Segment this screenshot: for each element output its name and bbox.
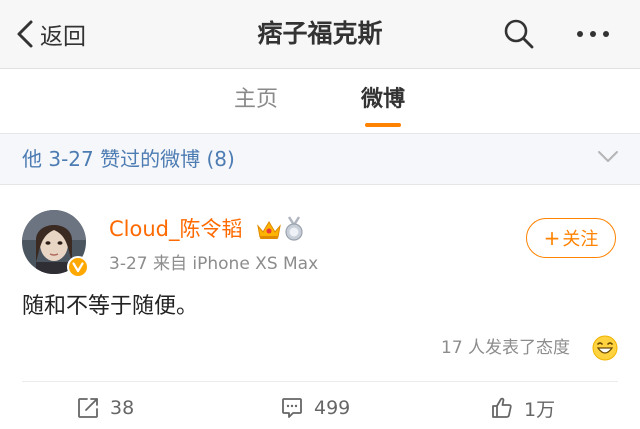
chevron-down-icon[interactable] — [597, 150, 619, 164]
verified-badge-icon — [67, 256, 89, 278]
liked-posts-label: 他 3-27 赞过的微博 (8) — [22, 147, 235, 171]
top-nav-bar: 返回 痞子福克斯 — [0, 0, 640, 69]
crown-icon — [257, 221, 281, 239]
comment-button[interactable]: 499 — [280, 394, 350, 422]
divider — [22, 381, 618, 382]
reactions-summary[interactable]: 17 人发表了态度 — [441, 336, 570, 360]
follow-label: 关注 — [562, 229, 599, 250]
tab-weibo[interactable]: 微博 — [361, 85, 405, 115]
liked-posts-bar[interactable]: 他 3-27 赞过的微博 (8) — [0, 134, 640, 185]
medal-icon — [285, 216, 303, 241]
more-options-icon[interactable] — [574, 22, 614, 46]
username[interactable]: Cloud_陈令韬 — [109, 214, 243, 244]
repost-button[interactable]: 38 — [76, 394, 134, 422]
like-count: 1万 — [524, 398, 556, 421]
laughing-emoji-icon[interactable] — [592, 335, 618, 361]
thumbs-up-icon — [492, 397, 512, 418]
plus-icon: + — [543, 226, 561, 250]
repost-count: 38 — [110, 397, 135, 419]
search-icon[interactable] — [503, 18, 535, 50]
follow-button[interactable]: + 关注 — [526, 218, 616, 258]
like-button[interactable]: 1万 — [490, 394, 555, 422]
tab-home[interactable]: 主页 — [234, 85, 278, 115]
post-text: 随和不等于随便。 — [22, 294, 199, 319]
active-tab-indicator — [365, 123, 401, 127]
page-title: 痞子福克斯 — [257, 19, 383, 48]
repost-icon — [78, 398, 98, 418]
comment-icon — [282, 398, 302, 418]
post-meta: 3-27 来自 iPhone XS Max — [109, 254, 319, 274]
profile-tabs: 主页 微博 — [0, 69, 640, 134]
comment-count: 499 — [314, 397, 351, 419]
